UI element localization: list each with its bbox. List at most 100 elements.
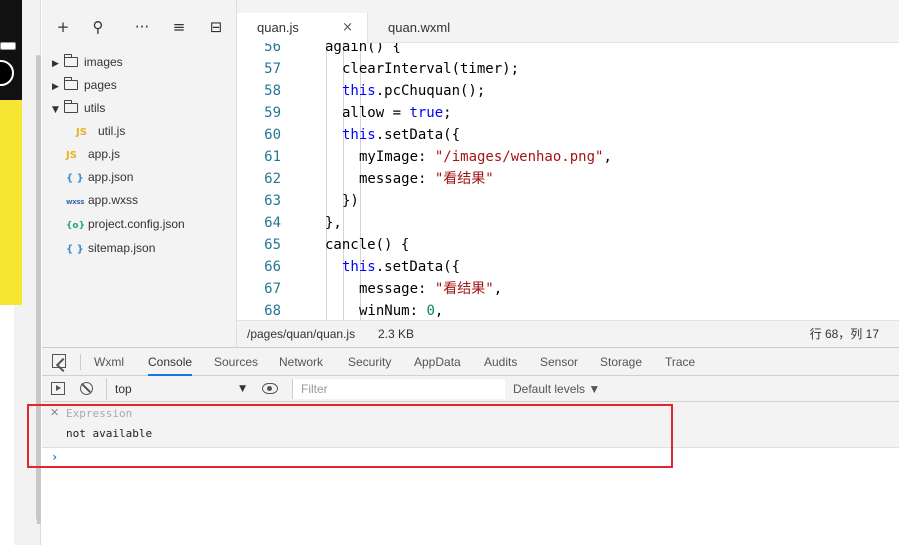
js-file-icon: JS	[66, 150, 77, 161]
devtools-tab-audits[interactable]: Audits	[484, 348, 517, 376]
log-levels-dropdown[interactable]: Default levels ▼	[513, 376, 600, 402]
tree-item-label: project.config.json	[88, 217, 185, 231]
code-text: cancle() {	[325, 237, 409, 253]
more-icon[interactable]: ···	[132, 17, 152, 37]
close-icon[interactable]: ×	[342, 13, 353, 43]
code-text: this.pcChuquan();	[325, 83, 485, 99]
tree-item-pages[interactable]: ▶ pages	[52, 75, 117, 95]
number-token: 0	[426, 303, 435, 319]
tree-item-label: app.js	[88, 147, 121, 161]
code-token: again() {	[325, 43, 401, 55]
devtools-tab-trace[interactable]: Trace	[665, 348, 695, 376]
tree-item-label: util.js	[98, 124, 126, 138]
tree-item-app-wxss[interactable]: wxss app.wxss	[66, 190, 138, 210]
context-select[interactable]: top ▼	[106, 378, 246, 400]
code-text: })	[325, 193, 359, 209]
chevron-down-icon[interactable]: ▼	[52, 100, 64, 120]
line-number: 68	[264, 303, 281, 319]
code-token: myImage:	[359, 149, 435, 165]
new-file-icon[interactable]: +	[53, 17, 73, 37]
sidebar-toggle-icon[interactable]	[51, 382, 65, 395]
devtools-tab-storage[interactable]: Storage	[600, 348, 642, 376]
prompt-chevron-icon: ›	[51, 450, 59, 464]
string-token: "/images/wenhao.png"	[434, 149, 604, 165]
divider	[80, 354, 81, 370]
tab-quan-js[interactable]: quan.js ×	[237, 13, 368, 43]
devtools-tab-sensor[interactable]: Sensor	[540, 348, 578, 376]
devtools-tab-wxml[interactable]: Wxml	[94, 348, 124, 376]
tree-item-util-js[interactable]: JS util.js	[76, 121, 125, 141]
code-text: this.setData({	[325, 259, 460, 275]
code-text: allow = true;	[325, 105, 452, 121]
json-file-icon: { }	[66, 244, 84, 255]
devtools-panel: Wxml Console Sources Network Security AppData…	[37, 347, 899, 545]
tree-item-label: images	[84, 55, 123, 69]
line-number: 65	[264, 237, 281, 253]
simulator-strip	[0, 0, 41, 545]
keyword-token: this	[342, 127, 376, 143]
file-explorer: + ⚲ ··· ≡ ⊟ ▶ images ▶ pages ▼ utils JS util.js…	[42, 0, 237, 347]
code-token: ,	[603, 149, 612, 165]
folder-icon	[64, 54, 78, 67]
cursor-position[interactable]: 行 68，列 17	[810, 321, 879, 348]
chevron-right-icon[interactable]: ▶	[52, 77, 64, 97]
tree-item-utils[interactable]: ▼ utils	[52, 98, 105, 118]
tree-item-sitemap-json[interactable]: { } sitemap.json	[66, 238, 155, 258]
code-line: 67 message: "看结果",	[237, 278, 899, 300]
code-token: .setData({	[375, 259, 461, 275]
simulator-capsule	[0, 42, 16, 50]
inspect-element-icon[interactable]	[52, 354, 66, 368]
chevron-down-icon: ▼	[239, 384, 246, 394]
code-token: allow =	[342, 105, 410, 121]
split-icon[interactable]: ⊟	[206, 17, 226, 37]
tree-item-app-json[interactable]: { } app.json	[66, 167, 133, 187]
devtools-tab-appdata[interactable]: AppData	[414, 348, 461, 376]
close-icon[interactable]: ✕	[50, 406, 59, 419]
code-text: myImage: "/images/wenhao.png",	[325, 149, 612, 165]
devtools-tab-console[interactable]: Console	[148, 348, 193, 376]
line-number: 61	[264, 149, 281, 165]
code-token: winNum:	[359, 303, 427, 319]
chevron-right-icon[interactable]: ▶	[52, 54, 64, 74]
cfg-file-icon: {o}	[66, 221, 85, 231]
search-icon[interactable]: ⚲	[88, 17, 108, 37]
code-line: 65 cancle() {	[237, 234, 899, 256]
line-number: 63	[264, 193, 281, 209]
devtools-tab-sources[interactable]: Sources	[214, 348, 258, 376]
code-token: },	[325, 215, 342, 231]
devtools-tab-network[interactable]: Network	[279, 348, 323, 376]
console-prompt[interactable]: ›	[42, 448, 899, 468]
code-editor[interactable]: 56 again() {57 clearInterval(timer); 58 this…	[237, 43, 899, 320]
tab-label: quan.js	[257, 20, 299, 35]
line-number: 62	[264, 171, 281, 187]
tree-item-app-js[interactable]: JS app.js	[66, 144, 120, 164]
folder-icon	[64, 77, 78, 90]
top-menu-bar	[237, 0, 899, 13]
tab-quan-wxml[interactable]: quan.wxml	[368, 13, 488, 43]
tree-item-label: pages	[84, 78, 117, 92]
devtools-tabs: Wxml Console Sources Network Security AppData…	[42, 348, 899, 376]
line-number: 58	[264, 83, 281, 99]
eye-icon[interactable]	[262, 383, 278, 394]
devtools-scrollbar[interactable]	[37, 404, 41, 524]
code-line: 64},	[237, 212, 899, 234]
simulator-content	[0, 100, 22, 305]
expression-label[interactable]: Expression	[66, 407, 132, 420]
line-number: 67	[264, 281, 281, 297]
live-expression: ✕ Expression not available	[42, 402, 899, 448]
code-line: 60 this.setData({	[237, 124, 899, 146]
clear-console-icon[interactable]	[80, 382, 93, 395]
editor-tabs: quan.js × quan.wxml	[237, 13, 899, 43]
simulator-page	[0, 305, 14, 545]
line-number: 59	[264, 105, 281, 121]
tree-item-images[interactable]: ▶ images	[52, 52, 123, 72]
tree-item-project-config-json[interactable]: {o} project.config.json	[66, 214, 185, 234]
collapse-icon[interactable]: ≡	[169, 17, 189, 37]
code-line: 62 message: "看结果"	[237, 168, 899, 190]
filter-input[interactable]	[292, 379, 505, 399]
json-file-icon: { }	[66, 173, 84, 184]
line-number: 56	[264, 43, 281, 55]
code-text: message: "看结果",	[325, 281, 502, 297]
file-size: 2.3 KB	[378, 327, 415, 341]
devtools-tab-security[interactable]: Security	[348, 348, 391, 376]
